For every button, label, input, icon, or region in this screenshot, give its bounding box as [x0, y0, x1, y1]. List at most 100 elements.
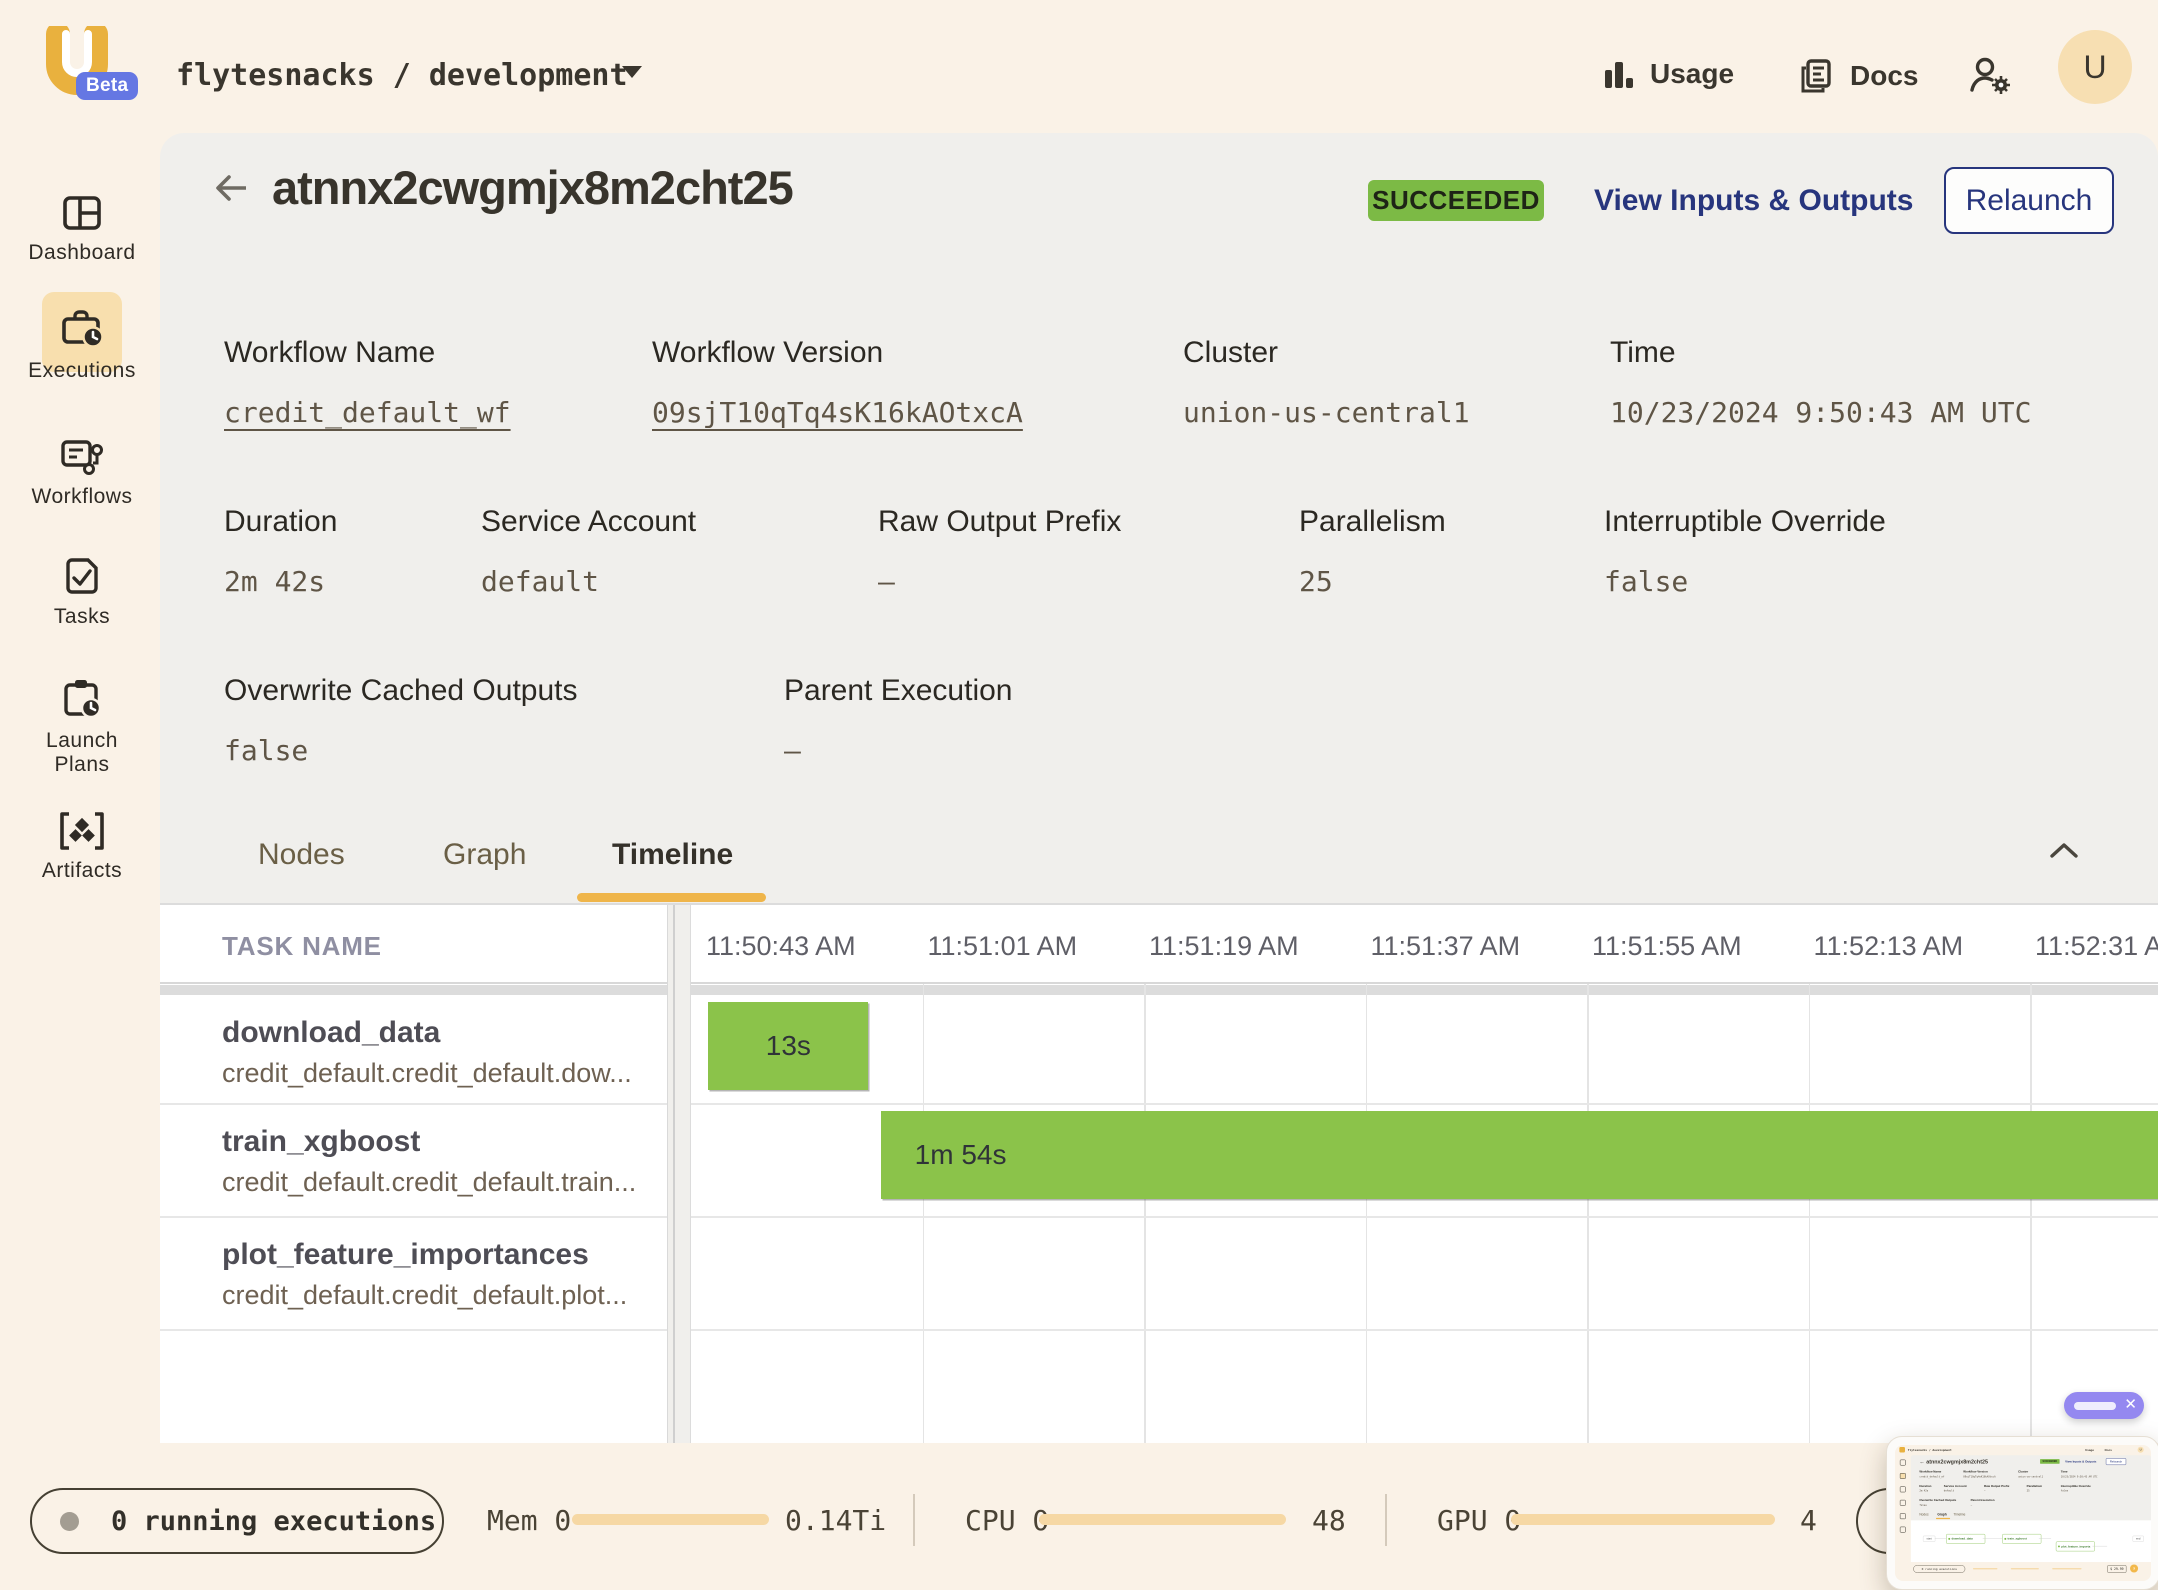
detail-value[interactable]: 09sjT10qTq4sK16kAOtxcA [652, 396, 1023, 429]
detail-label: Parent Execution [784, 674, 1012, 708]
sidebar-item-tasks[interactable]: Tasks [10, 554, 154, 629]
relaunch-button[interactable]: Relaunch [1944, 167, 2114, 234]
mini-preview-window[interactable]: flytesnacks / development Usage Docs U ←… [1886, 1436, 2158, 1590]
pane-splitter[interactable] [673, 905, 675, 1443]
back-arrow-icon[interactable] [210, 168, 252, 208]
cpu-meter-label: CPU 0 [965, 1504, 1049, 1537]
workflows-icon [58, 434, 106, 480]
divider [691, 982, 2158, 984]
mini-detail-field: Time10/23/2024 9:50:43 AM UTC [2061, 1470, 2098, 1478]
nav-docs[interactable]: Docs [1796, 56, 1918, 96]
close-icon: ✕ [2124, 1395, 2137, 1413]
usage-chart-icon [1600, 56, 1636, 92]
sidebar-item-executions[interactable]: Executions [10, 306, 154, 383]
detail-value: union-us-central1 [1183, 396, 1470, 429]
gantt-bar[interactable]: 1m 54s [881, 1111, 2158, 1199]
scrollbar-track[interactable] [691, 985, 2158, 995]
task-row[interactable]: download_datacredit_default.credit_defau… [160, 994, 667, 1103]
tab-timeline[interactable]: Timeline [612, 838, 733, 872]
detail-value: – [784, 734, 1012, 767]
tab-graph[interactable]: Graph [443, 838, 526, 872]
mini-cost-pill: $ 29.99 [2107, 1565, 2126, 1573]
mini-sidebar-icon [1900, 1473, 1906, 1479]
gpu-meter-label: GPU 0 [1437, 1504, 1521, 1537]
mini-node-name: plot_feature_importances [2061, 1545, 2090, 1548]
tab-nodes[interactable]: Nodes [258, 838, 345, 872]
mini-tab-nodes: Nodes [1919, 1513, 1928, 1517]
detail-label: Duration [224, 505, 337, 539]
timeline-task-pane: TASK NAME download_datacredit_default.cr… [160, 905, 668, 1443]
task-name[interactable]: train_xgboost [222, 1125, 420, 1159]
divider [691, 1216, 2158, 1218]
detail-label: Cluster [1183, 336, 1470, 370]
mini-avatar: U [2138, 1447, 2144, 1453]
mini-preview-content: flytesnacks / development Usage Docs U ←… [1895, 1445, 2151, 1581]
time-tick: 11:52:13 AM [1814, 931, 1964, 962]
sidebar-item-dashboard[interactable]: Dashboard [10, 190, 154, 265]
mini-detail-field: Parallelism25 [2027, 1484, 2042, 1492]
sidebar-item-launch-plans[interactable]: Launch Plans [10, 676, 154, 777]
mini-logo [1899, 1447, 1905, 1453]
time-tick: 11:51:19 AM [1149, 931, 1299, 962]
detail-field-parallelism: Parallelism25 [1299, 505, 1446, 598]
task-row[interactable]: train_xgboostcredit_default.credit_defau… [160, 1103, 667, 1216]
detail-value: false [1604, 565, 1886, 598]
sidebar-label: Artifacts [10, 859, 154, 883]
nav-usage[interactable]: Usage [1600, 56, 1734, 92]
divider [160, 982, 667, 984]
mini-tab-graph: Graph [1937, 1513, 1946, 1517]
mini-help-button: ? [2130, 1564, 2138, 1572]
detail-field-cluster: Cluster union-us-central1 [1183, 336, 1470, 429]
mem-meter-track [572, 1514, 769, 1525]
task-row[interactable]: plot_feature_importancescredit_default.c… [160, 1216, 667, 1329]
sidebar-item-workflows[interactable]: Workflows [10, 434, 154, 509]
avatar[interactable]: U [2058, 30, 2132, 104]
task-name[interactable]: plot_feature_importances [222, 1238, 589, 1272]
time-tick: 11:51:37 AM [1371, 931, 1521, 962]
mini-node-name: download_data [1951, 1537, 1972, 1540]
gridline [1809, 984, 1811, 1443]
detail-label: Time [1610, 336, 2031, 370]
mini-running-pill: 0 running executions [1913, 1565, 1965, 1573]
mini-graph-task-node: plot_feature_importances [2056, 1542, 2095, 1552]
detail-value[interactable]: credit_default_wf [224, 396, 511, 429]
chevron-up-icon[interactable] [2046, 838, 2082, 864]
mini-overlay-pill[interactable]: ✕ [2064, 1392, 2144, 1419]
gpu-meter-max: 4 [1800, 1504, 1817, 1537]
detail-label: Parallelism [1299, 505, 1446, 539]
task-name[interactable]: download_data [222, 1016, 440, 1050]
cpu-meter-track [1039, 1514, 1286, 1525]
detail-value: false [224, 734, 577, 767]
gantt-bar[interactable]: 13s [708, 1002, 868, 1090]
mini-detail-field: Service Accountdefault [1944, 1484, 1967, 1492]
chevron-down-icon [622, 66, 642, 78]
user-settings-icon[interactable] [1968, 54, 2014, 98]
running-executions-pill[interactable]: 0 running executions [30, 1488, 444, 1554]
mini-detail-field: Overwrite Cached Outputsfalse [1919, 1498, 1956, 1506]
detail-field-workflow-name: Workflow Namecredit_default_wf [224, 336, 511, 429]
mini-tab-timeline: Timeline [1954, 1513, 1966, 1517]
task-name-column-header: TASK NAME [222, 931, 382, 962]
mini-relaunch: Relaunch [2106, 1458, 2126, 1465]
view-inputs-outputs-link[interactable]: View Inputs & Outputs [1594, 184, 1913, 218]
detail-field-time: Time10/23/2024 9:50:43 AM UTC [1610, 336, 2031, 429]
mini-meter [1973, 1568, 1997, 1569]
artifacts-icon [57, 808, 107, 854]
project-domain-selector[interactable]: flytesnacks / development [176, 58, 628, 93]
divider [1385, 1494, 1387, 1546]
detail-label: Overwrite Cached Outputs [224, 674, 577, 708]
mini-detail-field: Parent Execution– [1971, 1498, 1995, 1506]
mini-detail-field: Duration2m 42s [1919, 1484, 1931, 1492]
mini-detail-field: Interruptible Overridefalse [2061, 1484, 2091, 1492]
mini-detail-field: Raw Output Prefix– [1984, 1484, 2009, 1492]
mini-nav-usage: Usage [2085, 1448, 2094, 1451]
mini-detail-field: Workflow Namecredit_default_wf [1919, 1470, 1944, 1478]
nav-usage-label: Usage [1650, 58, 1734, 90]
detail-label: Workflow Version [652, 336, 1023, 370]
detail-value: – [878, 565, 1121, 598]
mini-tab-indicator [1936, 1518, 1950, 1519]
mini-sidebar-icon [1900, 1513, 1906, 1519]
sidebar-label: Launch Plans [36, 729, 128, 777]
detail-value: 2m 42s [224, 565, 337, 598]
sidebar-item-artifacts[interactable]: Artifacts [10, 808, 154, 883]
